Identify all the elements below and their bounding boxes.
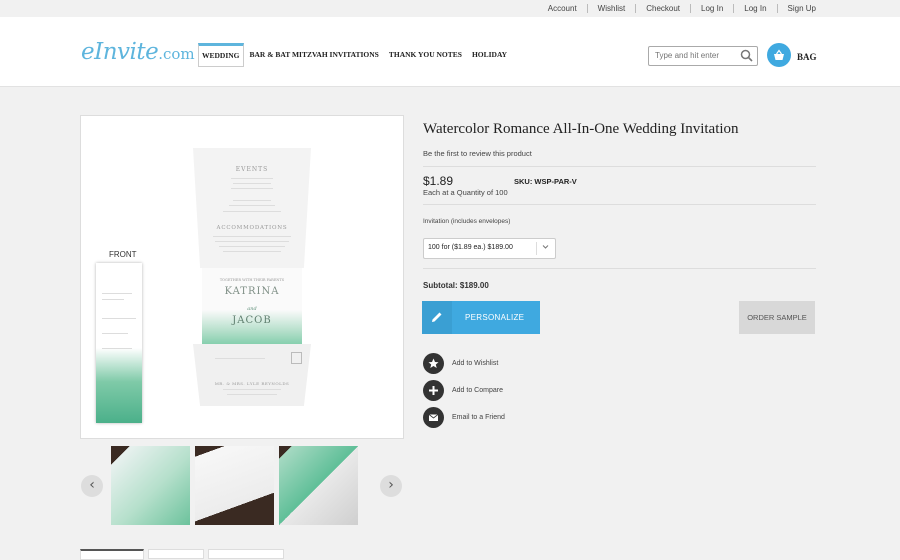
main-product-image[interactable]: FRONT EVENTS ACCOMMODATIONS TOGETHER WIT… (80, 115, 404, 439)
text-line (102, 299, 124, 300)
card-reply-panel: MR. & MRS. LYLE REYNOLDS (193, 344, 311, 406)
signup-link[interactable]: Sign Up (776, 4, 826, 13)
product-price: $1.89 (423, 174, 454, 188)
text-line (231, 188, 273, 189)
personalize-label: PERSONALIZE (465, 313, 525, 322)
select-divider (536, 242, 537, 255)
quantity-select-value: 100 for ($1.89 ea.) $189.00 (428, 244, 513, 251)
subtotal: Subtotal: $189.00 (423, 281, 489, 290)
groom-name: JACOB (232, 315, 272, 326)
events-heading: EVENTS (235, 166, 269, 173)
search-input[interactable] (653, 50, 741, 61)
text-line (215, 241, 289, 242)
nav-holiday[interactable]: HOLIDAY (468, 43, 511, 67)
card-invitation-panel: TOGETHER WITH THEIR PARENTS KATRINA and … (202, 268, 302, 344)
bag-label[interactable]: BAG (797, 52, 817, 62)
together-line: TOGETHER WITH THEIR PARENTS (219, 278, 285, 282)
add-to-wishlist-action[interactable]: Add to Wishlist (423, 353, 498, 374)
gallery-next-button[interactable]: › (380, 475, 402, 497)
nav-bar-bat-mitzvah[interactable]: BAR & BAT MITZVAH INVITATIONS (246, 43, 383, 67)
site-header: eInvite.com WEDDING BAR & BAT MITZVAH IN… (0, 17, 900, 87)
option-label: Invitation (includes envelopes) (423, 218, 511, 225)
divider (423, 268, 816, 269)
envelope-icon (423, 407, 444, 428)
text-line (215, 358, 265, 359)
card-top-panel: EVENTS ACCOMMODATIONS (193, 148, 311, 268)
bag-button[interactable] (767, 43, 791, 67)
thumbnail-3[interactable] (279, 446, 358, 525)
wishlist-action-label: Add to Wishlist (452, 360, 499, 367)
compare-action-label: Add to Compare (452, 387, 503, 394)
site-logo[interactable]: eInvite.com (81, 39, 195, 65)
nav-thank-you-notes[interactable]: THANK YOU NOTES (385, 43, 466, 67)
card-open-preview: EVENTS ACCOMMODATIONS TOGETHER WITH THEI… (193, 148, 311, 406)
text-line (227, 394, 277, 395)
nav-wedding[interactable]: WEDDING (198, 43, 244, 67)
text-line (213, 236, 291, 237)
login-link-2[interactable]: Log In (733, 4, 776, 13)
and-script: and (247, 306, 257, 312)
personalize-button[interactable]: PERSONALIZE (422, 301, 540, 334)
email-friend-action[interactable]: Email to a Friend (423, 407, 505, 428)
tab-1[interactable] (80, 549, 144, 560)
text-line (102, 333, 128, 334)
tab-3[interactable] (208, 549, 284, 559)
logo-main: eInvite (81, 39, 159, 65)
star-icon (423, 353, 444, 374)
checkout-link[interactable]: Checkout (635, 4, 690, 13)
pencil-icon (422, 301, 452, 334)
main-nav: WEDDING BAR & BAT MITZVAH INVITATIONS TH… (198, 43, 513, 67)
divider (423, 204, 816, 205)
reply-address-name: MR. & MRS. LYLE REYNOLDS (214, 381, 290, 386)
thumbnail-2[interactable] (195, 446, 274, 525)
thumbnail-strip (111, 446, 358, 525)
quantity-select[interactable]: 100 for ($1.89 ea.) $189.00 (423, 238, 556, 259)
plus-icon (423, 380, 444, 401)
search-box (648, 46, 758, 66)
add-to-compare-action[interactable]: Add to Compare (423, 380, 503, 401)
account-link[interactable]: Account (538, 4, 587, 13)
email-action-label: Email to a Friend (452, 414, 505, 421)
wishlist-link[interactable]: Wishlist (586, 4, 636, 13)
login-link[interactable]: Log In (690, 4, 733, 13)
search-icon[interactable] (740, 49, 753, 67)
product-tabs (80, 549, 284, 560)
bride-name: KATRINA (224, 286, 280, 297)
basket-icon (774, 49, 784, 60)
text-line (233, 183, 271, 184)
text-line (233, 200, 271, 201)
text-line (231, 178, 273, 179)
text-line (219, 246, 285, 247)
product-title: Watercolor Romance All-In-One Wedding In… (423, 121, 739, 137)
watercolor-wash (96, 348, 142, 423)
account-links: Account Wishlist Checkout Log In Log In … (538, 0, 826, 17)
logo-suffix: .com (158, 45, 195, 63)
divider (423, 166, 816, 167)
review-link[interactable]: Be the first to review this product (423, 149, 532, 158)
accommodations-heading: ACCOMMODATIONS (216, 225, 288, 231)
front-label: FRONT (109, 250, 137, 259)
tab-2[interactable] (148, 549, 204, 559)
gallery-prev-button[interactable]: ‹ (81, 475, 103, 497)
order-sample-button[interactable]: ORDER SAMPLE (739, 301, 815, 334)
text-line (102, 318, 136, 319)
stamp-icon (291, 352, 302, 364)
price-note: Each at a Quantity of 100 (423, 188, 508, 197)
text-line (102, 293, 132, 294)
thumbnail-1[interactable] (111, 446, 190, 525)
card-front-preview (96, 263, 142, 423)
product-sku: SKU: WSP-PAR-V (514, 177, 577, 186)
top-bar: Account Wishlist Checkout Log In Log In … (0, 0, 900, 17)
text-line (223, 251, 281, 252)
chevron-down-icon (542, 243, 549, 252)
text-line (223, 211, 281, 212)
text-line (223, 389, 281, 390)
text-line (229, 205, 275, 206)
